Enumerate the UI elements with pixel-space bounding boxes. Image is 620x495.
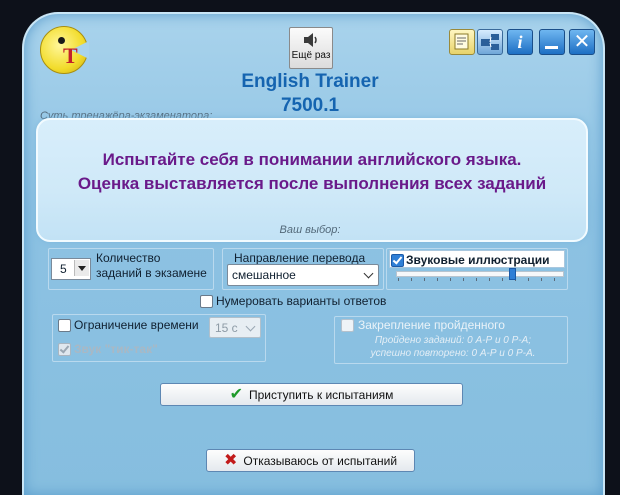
network-icon[interactable] xyxy=(477,29,503,55)
logo-t-letter: T xyxy=(63,43,78,68)
time-limit-value: 15 с xyxy=(215,321,238,335)
start-test-button[interactable]: ✔ Приступить к испытаниям xyxy=(160,383,463,406)
repeat-sound-label: Ещё раз xyxy=(291,50,331,61)
speaker-icon xyxy=(304,33,317,47)
number-answers-label: Нумеровать варианты ответов xyxy=(216,294,387,308)
checkmark-icon: ✔ xyxy=(229,385,243,403)
info-icon[interactable]: i xyxy=(507,29,533,55)
repeat-sound-button[interactable]: Ещё раз xyxy=(289,27,333,69)
chevron-down-icon xyxy=(363,268,374,279)
message-line-2: Оценка выставляется после выполнения все… xyxy=(77,174,547,193)
consolidation-label: Закрепление пройденного xyxy=(358,318,505,332)
time-limit-label: Ограничение времени xyxy=(74,318,199,332)
sound-illustrations-checkbox[interactable] xyxy=(391,254,404,267)
consolidation-repeated: успешно повторено: 0 А-Р и 0 Р-А. xyxy=(370,348,536,359)
task-count-value: 5 xyxy=(60,262,67,276)
chevron-down-icon xyxy=(245,321,256,332)
number-answers-checkbox[interactable] xyxy=(200,295,213,308)
close-icon[interactable]: ✕ xyxy=(569,29,595,55)
direction-select[interactable]: смешанное xyxy=(227,264,379,286)
task-count-label: Количество заданий в экзамене xyxy=(96,251,207,280)
sound-illustrations-label: Звуковые иллюстрации xyxy=(406,253,550,267)
start-test-label: Приступить к испытаниям xyxy=(248,387,394,402)
minimize-icon[interactable] xyxy=(539,29,565,55)
tick-sound-checkbox[interactable] xyxy=(58,343,71,356)
consolidation-passed: Пройдено заданий: 0 А-Р и 0 Р-А; xyxy=(374,335,532,346)
app-title: English Trainer xyxy=(241,71,379,92)
your-choice-label: Ваш выбор: xyxy=(279,224,341,236)
message-line-1: Испытайте себя в понимании английского я… xyxy=(102,150,522,169)
volume-slider-thumb[interactable] xyxy=(509,268,517,280)
notes-icon[interactable] xyxy=(449,29,475,55)
time-limit-select[interactable]: 15 с xyxy=(209,317,261,338)
app-logo: T xyxy=(40,26,89,74)
direction-value: смешанное xyxy=(232,268,296,282)
volume-slider-ticks xyxy=(398,278,560,281)
task-count-spinner[interactable]: 5 xyxy=(51,258,91,280)
refuse-test-button[interactable]: ✖ Отказываюсь от испытаний xyxy=(206,449,415,472)
tick-sound-label: Звук "тик-так" xyxy=(74,342,158,356)
consolidation-checkbox[interactable] xyxy=(341,319,354,332)
direction-label: Направление перевода xyxy=(234,251,366,265)
chevron-down-icon[interactable] xyxy=(74,260,89,276)
refuse-test-label: Отказываюсь от испытаний xyxy=(243,453,398,468)
time-limit-checkbox[interactable] xyxy=(58,319,71,332)
cross-icon: ✖ xyxy=(223,451,238,469)
volume-slider-track[interactable] xyxy=(396,271,564,277)
